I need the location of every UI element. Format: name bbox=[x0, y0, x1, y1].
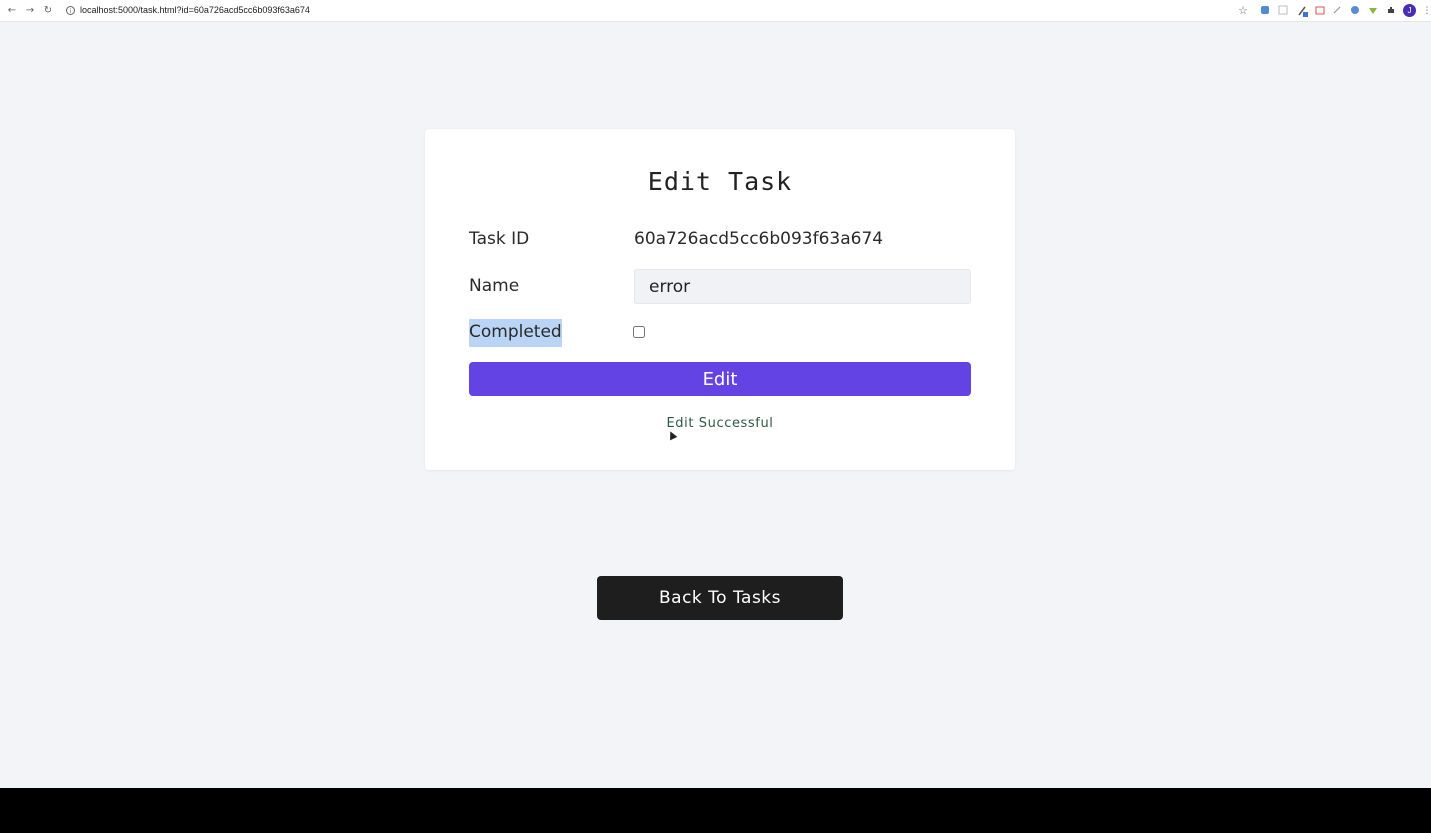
task-id-value: 60a726acd5cc6b093f63a674 bbox=[634, 229, 884, 249]
puzzle-extensions-icon[interactable] bbox=[1385, 5, 1397, 17]
status-message: Edit Successful bbox=[666, 416, 774, 431]
site-info-icon[interactable]: i bbox=[66, 6, 75, 15]
edit-task-card: Edit Task Task ID 60a726acd5cc6b093f63a6… bbox=[425, 129, 1015, 470]
page-title: Edit Task bbox=[647, 167, 793, 196]
extension-icon-1[interactable] bbox=[1259, 5, 1271, 17]
bottom-black-bar bbox=[0, 788, 1431, 833]
extension-icon-3[interactable] bbox=[1297, 5, 1309, 17]
browser-menu-icon[interactable]: ⋮ bbox=[1421, 5, 1431, 17]
extension-icon-7[interactable] bbox=[1367, 5, 1379, 17]
extension-icon-5[interactable] bbox=[1331, 5, 1343, 17]
name-input[interactable] bbox=[634, 269, 971, 304]
back-to-tasks-button[interactable]: Back To Tasks bbox=[597, 576, 843, 620]
completed-label: Completed bbox=[469, 319, 562, 347]
forward-arrow-icon[interactable]: → bbox=[23, 4, 37, 18]
address-bar-url[interactable]: localhost:5000/task.html?id=60a726acd5cc… bbox=[80, 5, 310, 15]
page-viewport: Edit Task Task ID 60a726acd5cc6b093f63a6… bbox=[0, 22, 1431, 788]
extension-icon-4[interactable] bbox=[1314, 5, 1326, 17]
profile-avatar[interactable]: J bbox=[1403, 4, 1416, 17]
back-arrow-icon[interactable]: ← bbox=[5, 4, 19, 18]
browser-toolbar: ← → ↻ i localhost:5000/task.html?id=60a7… bbox=[0, 0, 1431, 22]
name-label: Name bbox=[469, 276, 520, 296]
extension-icon-6[interactable] bbox=[1349, 5, 1361, 17]
task-id-label: Task ID bbox=[469, 229, 530, 249]
edit-button[interactable]: Edit bbox=[469, 362, 971, 396]
reload-icon[interactable]: ↻ bbox=[41, 4, 55, 18]
extension-icon-2[interactable] bbox=[1277, 5, 1289, 17]
completed-checkbox[interactable] bbox=[633, 326, 645, 338]
bookmark-star-icon[interactable]: ☆ bbox=[1237, 5, 1249, 17]
